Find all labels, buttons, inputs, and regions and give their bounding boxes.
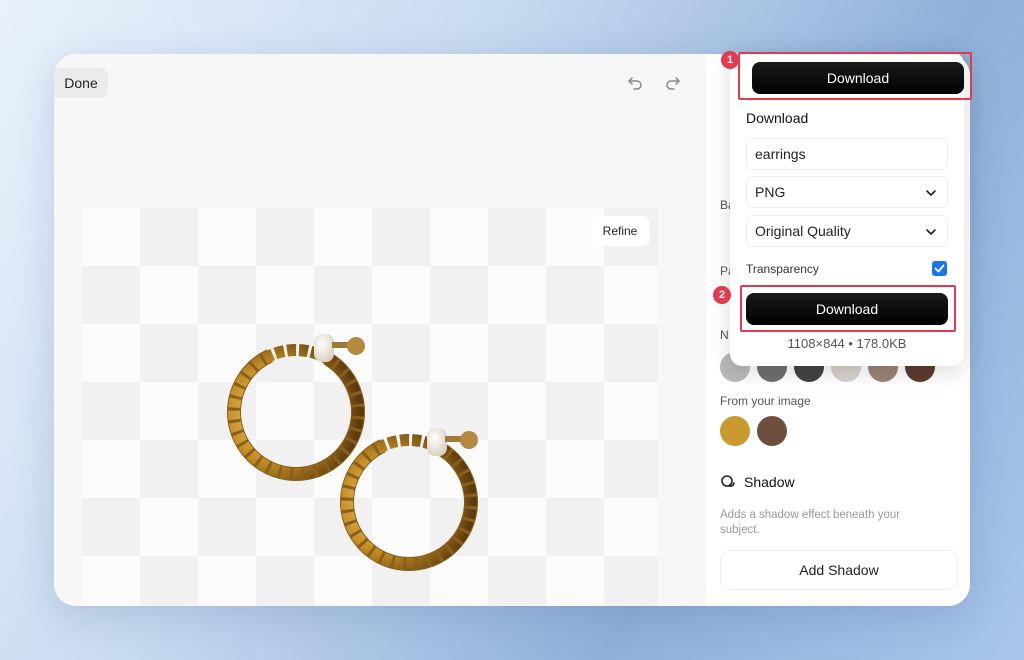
- chevron-down-icon: [926, 190, 936, 196]
- add-shadow-button[interactable]: Add Shadow: [720, 550, 958, 590]
- from-image-label: From your image: [720, 394, 811, 408]
- shadow-icon: [721, 475, 735, 487]
- image-dimensions: 1108×844 • 178.0KB: [787, 336, 907, 351]
- download-heading: Download: [746, 110, 809, 126]
- image-color-swatch[interactable]: [757, 416, 787, 446]
- format-select[interactable]: PNG: [746, 176, 948, 208]
- quality-select[interactable]: Original Quality: [746, 215, 948, 247]
- canvas-area: Done Refine: [54, 54, 706, 606]
- transparency-checkbox[interactable]: [932, 261, 947, 276]
- quality-value: Original Quality: [755, 223, 851, 239]
- highlight-box-1: [738, 52, 972, 100]
- earrings-image: [227, 334, 478, 571]
- chevron-down-icon: [926, 229, 936, 235]
- done-button[interactable]: Done: [54, 68, 108, 98]
- shadow-title-text: Shadow: [744, 474, 795, 490]
- transparency-label: Transparency: [746, 262, 819, 276]
- highlight-box-2: [740, 285, 956, 332]
- shadow-description: Adds a shadow effect beneath your subjec…: [720, 509, 901, 536]
- step-marker-2: 2: [713, 286, 731, 304]
- check-icon: [934, 264, 945, 273]
- redo-icon[interactable]: [664, 74, 682, 92]
- image-color-swatch[interactable]: [720, 416, 750, 446]
- format-value: PNG: [755, 184, 786, 200]
- refine-button[interactable]: Refine: [590, 216, 650, 246]
- shadow-section-title: Shadow: [720, 474, 795, 490]
- step-marker-1: 1: [721, 51, 739, 69]
- filename-input[interactable]: earrings: [746, 138, 948, 170]
- undo-icon[interactable]: [626, 74, 644, 92]
- neutral-label-partial: N: [720, 328, 729, 342]
